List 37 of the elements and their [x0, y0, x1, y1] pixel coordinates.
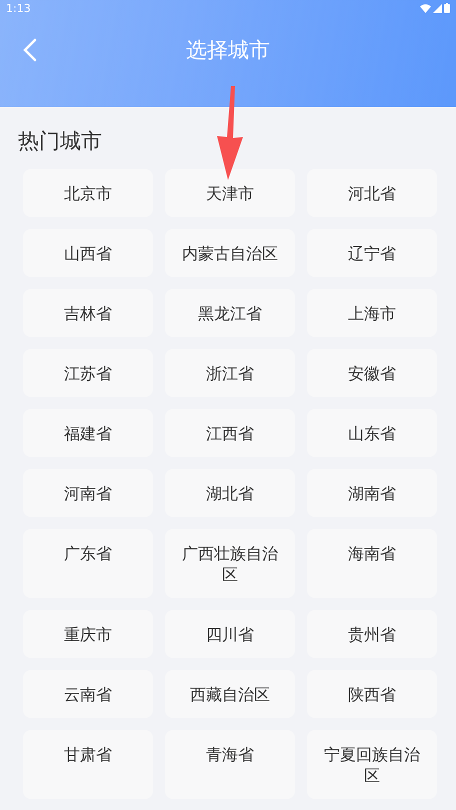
back-icon[interactable]: [22, 38, 38, 62]
city-option[interactable]: 贵州省: [307, 610, 437, 658]
city-option[interactable]: 重庆市: [23, 610, 153, 658]
city-option[interactable]: 江西省: [165, 409, 295, 457]
city-option[interactable]: 黑龙江省: [165, 289, 295, 337]
city-option[interactable]: 广西壮族自治区: [165, 529, 295, 598]
page-title: 选择城市: [186, 37, 270, 64]
city-option[interactable]: 内蒙古自治区: [165, 229, 295, 277]
city-option[interactable]: 青海省: [165, 730, 295, 799]
battery-icon: [444, 3, 450, 13]
city-option[interactable]: 北京市: [23, 169, 153, 217]
wifi-icon: [420, 4, 431, 12]
city-option[interactable]: 陕西省: [307, 670, 437, 718]
city-option[interactable]: 福建省: [23, 409, 153, 457]
city-option[interactable]: 宁夏回族自治区: [307, 730, 437, 799]
city-option[interactable]: 吉林省: [23, 289, 153, 337]
city-option[interactable]: 浙江省: [165, 349, 295, 397]
city-option[interactable]: 安徽省: [307, 349, 437, 397]
city-option[interactable]: 四川省: [165, 610, 295, 658]
status-time: 1:13: [6, 2, 31, 14]
city-option[interactable]: 湖北省: [165, 469, 295, 517]
city-option[interactable]: 广东省: [23, 529, 153, 598]
city-option[interactable]: 上海市: [307, 289, 437, 337]
city-option[interactable]: 江苏省: [23, 349, 153, 397]
city-option[interactable]: 辽宁省: [307, 229, 437, 277]
city-option[interactable]: 海南省: [307, 529, 437, 598]
city-option[interactable]: 湖南省: [307, 469, 437, 517]
section-title: 热门城市: [18, 128, 102, 155]
city-option[interactable]: 西藏自治区: [165, 670, 295, 718]
city-option[interactable]: 天津市: [165, 169, 295, 217]
city-option[interactable]: 河北省: [307, 169, 437, 217]
signal-icon: [433, 4, 442, 12]
city-option[interactable]: 山西省: [23, 229, 153, 277]
city-option[interactable]: 甘肃省: [23, 730, 153, 799]
city-option[interactable]: 河南省: [23, 469, 153, 517]
city-option[interactable]: 云南省: [23, 670, 153, 718]
city-option[interactable]: 山东省: [307, 409, 437, 457]
